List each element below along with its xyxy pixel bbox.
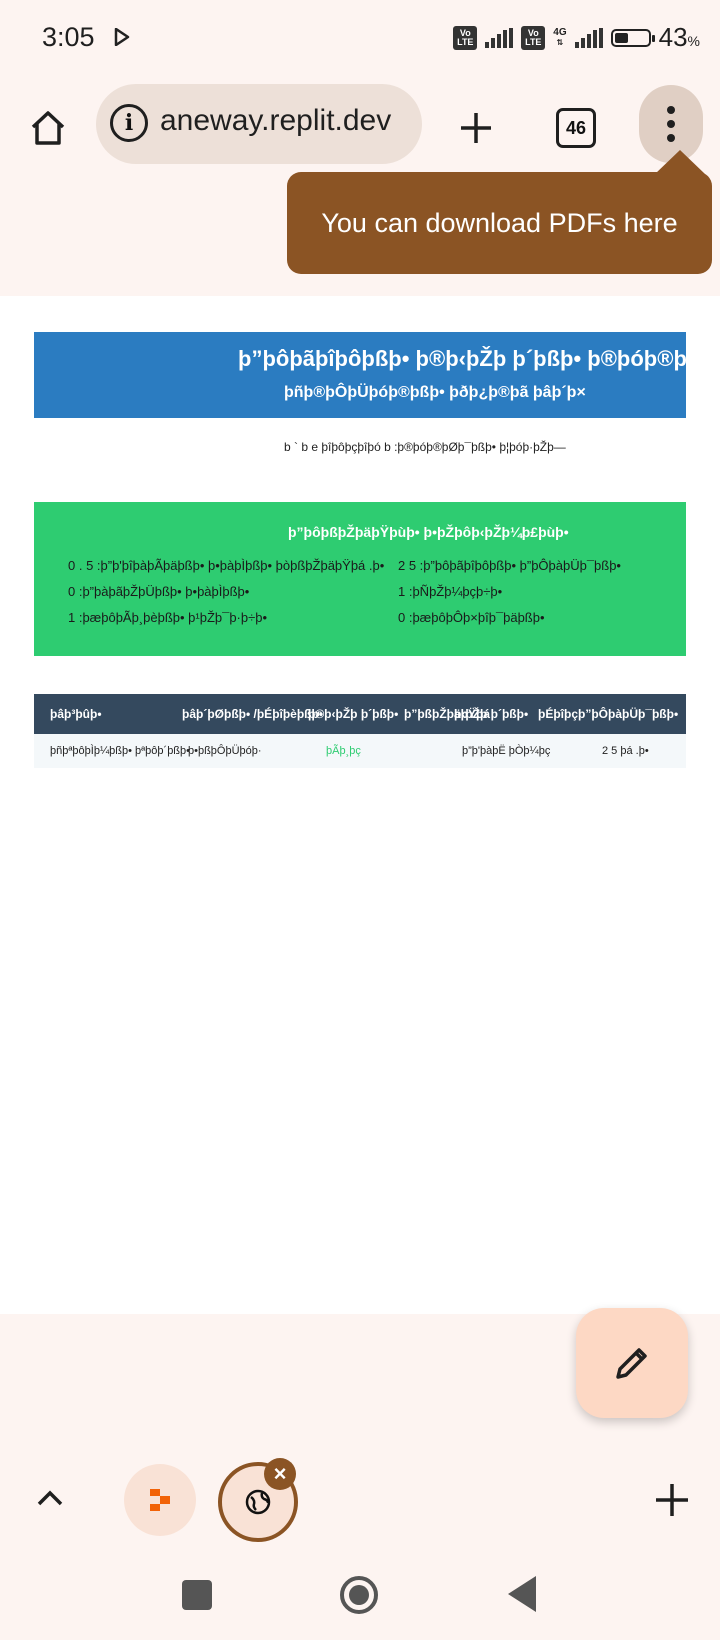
browser-toolbar: i aneway.replit.dev 46 [0, 78, 720, 183]
table-row: þñþªþôþÌþ¼þßþ• þªþôþ´þßþ• þ•þßþÔþÜþóþ· þ… [34, 734, 686, 768]
add-tab-icon[interactable] [650, 1478, 694, 1522]
home-button[interactable] [12, 92, 84, 164]
url-text: aneway.replit.dev [160, 104, 392, 137]
summary-item: 0 :þ”þàþãþŽþÜþßþ• þ•þàþÌþßþ• [68, 584, 250, 599]
report-header: þ”þôþãþîþôþßþ• þ®þ‹þŽþ þ´þßþ• þ®þóþ®þ þñ… [34, 332, 686, 418]
download-pdf-tooltip[interactable]: You can download PDFs here [287, 172, 712, 274]
table-header-cell: þâþ´þØþßþ• /þÉþîþèþßþ• [182, 707, 324, 721]
table-cell: þ”þ'þàþË þÒþ¼þç [462, 745, 551, 757]
address-bar[interactable]: i aneway.replit.dev [96, 84, 422, 164]
table-header: þâþ³þûþ• þâþ´þØþßþ• /þÉþîþèþßþ• þ®þ‹þŽþ … [34, 694, 686, 734]
status-indicators: Vo LTE Vo LTE 4G ⇅ 43% [453, 22, 700, 53]
table-header-cell: þ‹þŽþ þ´þßþ• [454, 707, 529, 721]
globe-icon [245, 1489, 271, 1515]
edit-fab-button[interactable] [576, 1308, 688, 1418]
network-type: 4G ⇅ [553, 26, 567, 47]
battery-icon [610, 28, 655, 47]
volte-icon-2: Vo LTE [521, 25, 546, 50]
web-page: þ”þôþãþîþôþßþ• þ®þ‹þŽþ þ´þßþ• þ®þóþ®þ þñ… [0, 296, 720, 1316]
home-icon [31, 111, 65, 145]
report-title: þ”þôþãþîþôþßþ• þ®þ‹þŽþ þ´þßþ• þ®þóþ®þ [238, 346, 686, 371]
recents-nav-button[interactable] [182, 1580, 212, 1610]
chevron-up-icon[interactable] [30, 1478, 70, 1518]
summary-item: 0 . 5 :þ”þ'þîþàþÃþäþßþ• þ•þàþÌþßþ• þòþßþ… [68, 558, 385, 573]
report-subtitle: þñþ®þÔþÜþóþ®þßþ• þðþ¿þ®þã þâþ´þ× [284, 384, 586, 401]
summary-item: 1 :þÑþŽþ¼þçþ÷þ• [398, 584, 503, 599]
tab-count: 46 [556, 108, 596, 148]
new-tab-button[interactable] [440, 92, 512, 164]
home-nav-button[interactable] [340, 1576, 378, 1614]
table-header-cell: þÉþîþçþ”þÔþàþÜþ¯þßþ• [538, 707, 679, 721]
table-header-cell: þ®þ‹þŽþ þ´þßþ• [308, 707, 399, 721]
signal-icon [485, 27, 514, 48]
table-cell: þñþªþôþÌþ¼þßþ• þªþôþ´þßþ• [50, 745, 190, 757]
summary-title: þ”þôþßþŽþäþŸþùþ• þ•þŽþôþ‹þŽþ¼þ£þùþ• [288, 524, 569, 540]
report-meta: b ` b e þîþôþçþîþó b :þ®þóþ®þØþ¯þßþ• þ¦þ… [284, 440, 566, 454]
play-store-notification-icon [114, 28, 130, 46]
summary-item: 0 :þæþôþÔþ×þîþ¯þäþßþ• [398, 610, 545, 625]
table-header-cell: þâþ³þûþ• [50, 707, 102, 721]
summary-item: 2 5 :þ”þôþãþîþôþßþ• þ”þÔþàþÜþ¯þßþ• [398, 558, 621, 573]
table-cell: 2 5 þá .þ• [602, 745, 649, 757]
tooltip-arrow [655, 150, 705, 174]
pencil-icon [616, 1348, 647, 1379]
replit-icon [150, 1489, 170, 1511]
table-cell: þ•þßþÔþÜþóþ· [188, 745, 262, 757]
tab-switcher-button[interactable]: 46 [540, 92, 612, 164]
battery-percent: 43% [658, 22, 700, 52]
back-nav-button[interactable] [508, 1576, 536, 1612]
signal-icon-2 [574, 27, 603, 48]
status-time: 3:05 [42, 22, 95, 52]
volte-icon: Vo LTE [453, 25, 478, 50]
site-info-icon[interactable]: i [110, 104, 148, 142]
table-cell-status: þÃþ¸þç [326, 745, 361, 757]
tab-thumbnail-replit[interactable] [124, 1464, 196, 1536]
status-bar: 3:05 Vo LTE Vo LTE 4G ⇅ 43% [0, 0, 720, 78]
close-tab-icon[interactable]: × [264, 1458, 296, 1490]
summary-item: 1 :þæþôþÃþ¸þèþßþ• þ¹þŽþ¯þ·þ÷þ• [68, 610, 268, 625]
summary-box: þ”þôþßþŽþäþŸþùþ• þ•þŽþôþ‹þŽþ¼þ£þùþ• 0 . … [34, 502, 686, 656]
plus-icon [461, 113, 491, 143]
